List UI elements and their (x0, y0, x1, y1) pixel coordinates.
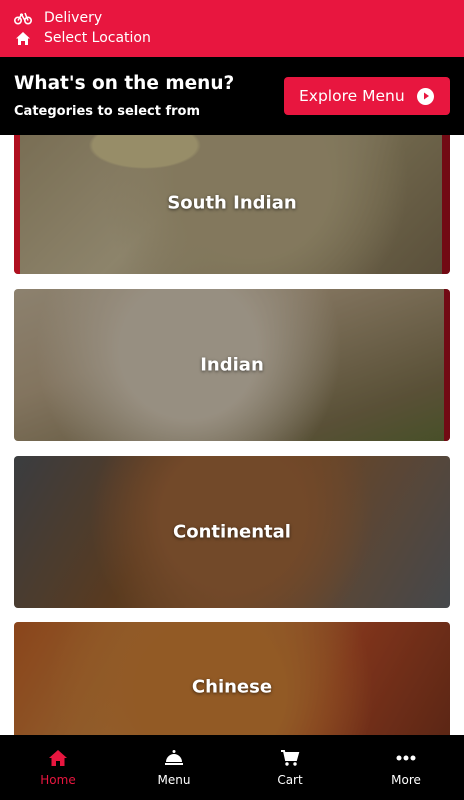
home-icon (47, 748, 69, 768)
delivery-label: Delivery (44, 10, 103, 26)
category-list: South Indian Indian Continental Chinese (0, 135, 464, 735)
category-label: Chinese (191, 676, 273, 698)
page-subtitle: Categories to select from (14, 104, 201, 119)
bicycle-icon (14, 9, 32, 27)
delivery-mode[interactable]: Delivery (14, 9, 102, 27)
explore-menu-button[interactable]: Explore Menu (284, 77, 450, 115)
nav-cart[interactable]: Cart (232, 735, 348, 800)
nav-menu-label: Menu (157, 773, 191, 787)
location-label: Select Location (44, 30, 151, 46)
category-label: Indian (200, 354, 264, 376)
nav-cart-label: Cart (277, 773, 303, 787)
category-card-indian[interactable]: Indian (14, 289, 450, 441)
nav-more[interactable]: More (348, 735, 464, 800)
nav-home-label: Home (40, 773, 76, 787)
top-bar: Delivery Select Location (0, 0, 464, 57)
home-location-icon (14, 29, 32, 47)
category-card-south-indian[interactable]: South Indian (14, 135, 450, 274)
nav-more-label: More (391, 773, 421, 787)
category-card-continental[interactable]: Continental (14, 456, 450, 608)
category-label: South Indian (167, 192, 297, 213)
nav-menu[interactable]: Menu (116, 735, 232, 800)
bottom-navigation: Home Menu Cart More (0, 735, 464, 800)
menu-header: What's on the menu? Categories to select… (0, 57, 464, 135)
cart-icon (279, 748, 301, 768)
more-icon (395, 748, 417, 768)
select-location[interactable]: Select Location (14, 29, 151, 47)
category-label: Continental (173, 521, 291, 543)
nav-home[interactable]: Home (0, 735, 116, 800)
page-title: What's on the menu? (14, 73, 235, 94)
play-circle-icon (417, 87, 434, 105)
explore-menu-label: Explore Menu (299, 87, 405, 105)
category-card-chinese[interactable]: Chinese (14, 622, 450, 735)
cloche-icon (163, 748, 185, 768)
